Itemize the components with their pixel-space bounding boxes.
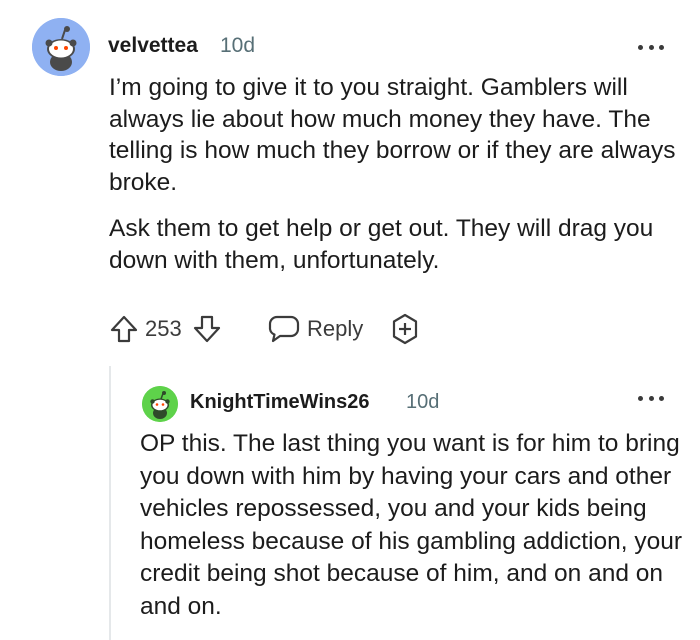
- comment-paragraph: I’m going to give it to you straight. Ga…: [109, 74, 676, 196]
- avatar[interactable]: [142, 386, 178, 422]
- comment-paragraph: Ask them to get help or get out. They wi…: [109, 215, 654, 274]
- comment-paragraph: OP this. The last thing you want is for …: [140, 430, 683, 620]
- comment-action-bar: 253 Reply: [108, 309, 438, 349]
- snoo-avatar-icon: [142, 386, 178, 422]
- reply-button[interactable]: [268, 313, 300, 345]
- award-button[interactable]: [389, 313, 421, 345]
- comment-age: 10d: [406, 391, 440, 413]
- more-options-icon[interactable]: [638, 391, 664, 405]
- upvote-button[interactable]: [108, 313, 140, 345]
- avatar[interactable]: [32, 18, 90, 76]
- vote-score: 253: [145, 316, 182, 341]
- speech-bubble-icon: [268, 315, 300, 343]
- username[interactable]: velvettea: [108, 34, 198, 58]
- comment-velvettea: velvettea 10d I’m going to give it to yo…: [0, 0, 700, 360]
- comment-body: I’m going to give it to you straight. Ga…: [109, 72, 679, 276]
- award-plus-icon: [392, 313, 418, 345]
- comment-body: OP this. The last thing you want is for …: [140, 428, 685, 623]
- downvote-arrow-icon: [193, 315, 221, 343]
- thread-line[interactable]: [109, 366, 111, 640]
- upvote-arrow-icon: [110, 315, 138, 343]
- comment-age: 10d: [220, 34, 256, 57]
- reply-label[interactable]: Reply: [307, 316, 363, 342]
- downvote-button[interactable]: [191, 313, 223, 345]
- more-options-icon[interactable]: [638, 40, 664, 54]
- username[interactable]: KnightTimeWins26: [190, 391, 369, 414]
- snoo-avatar-icon: [32, 18, 90, 76]
